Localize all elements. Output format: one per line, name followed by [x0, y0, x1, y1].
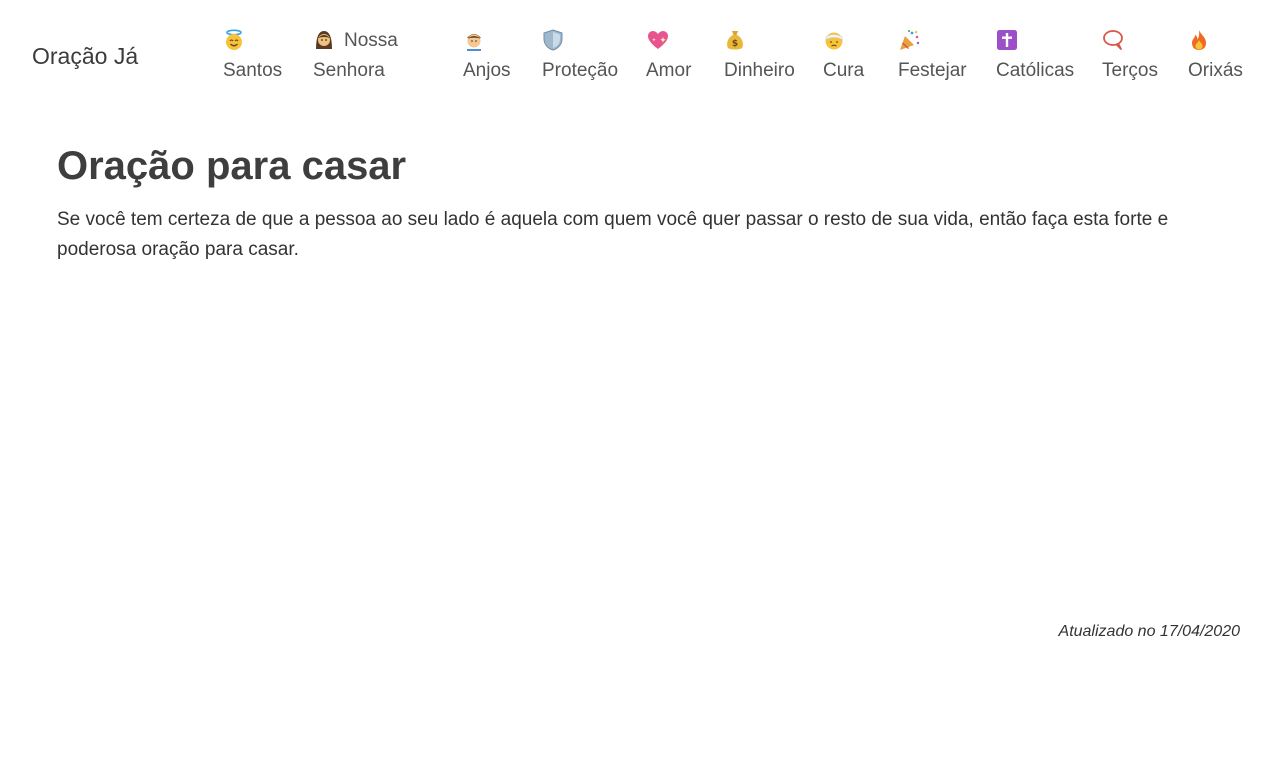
nav-item-label: Amor	[646, 60, 692, 81]
woman-icon	[313, 26, 337, 54]
baby-angel-icon	[463, 26, 487, 54]
nav-item-label: Santos	[223, 60, 283, 81]
party-popper-icon	[898, 26, 922, 54]
smiling-face-with-halo-icon	[223, 26, 247, 54]
nav-item-nossa-senhora[interactable]: Nossa Senhora	[313, 26, 398, 86]
svg-text:$: $	[732, 39, 738, 49]
face-with-head-bandage-icon	[823, 26, 847, 54]
nav-item-label: Orixás	[1188, 60, 1243, 81]
nav-item-anjos[interactable]: Anjos	[463, 26, 511, 86]
sparkling-heart-icon	[646, 26, 670, 54]
nav-item-dinheiro[interactable]: $ Dinheiro	[724, 26, 795, 86]
updated-date: Atualizado no 17/04/2020	[1058, 623, 1240, 640]
nav-item-label: Dinheiro	[724, 60, 795, 81]
nav-item-festejar[interactable]: Festejar	[898, 26, 967, 86]
speech-bubble-icon	[1102, 26, 1126, 54]
shield-icon	[542, 26, 566, 54]
nav-item-label: Senhora	[313, 60, 385, 81]
money-bag-icon: $	[724, 26, 748, 54]
nav-item-label: Católicas	[996, 60, 1075, 81]
brand-logo-link[interactable]: Oração Já	[32, 42, 138, 70]
nav-item-label: Terços	[1102, 60, 1158, 81]
nav-item-catolicas[interactable]: Católicas	[996, 26, 1074, 86]
nav-item-label: Nossa	[344, 30, 398, 51]
nav-item-cura[interactable]: Cura	[823, 26, 864, 86]
nav-item-santos[interactable]: Santos	[223, 26, 282, 86]
top-navbar: Oração Já Santos Nossa Senhora Anjos Pro…	[0, 0, 1280, 110]
intro-paragraph: Se você tem certeza de que a pessoa ao s…	[57, 209, 1169, 260]
latin-cross-icon	[996, 26, 1020, 54]
nav-item-label: Anjos	[463, 60, 511, 81]
nav-item-label: Proteção	[542, 60, 619, 81]
nav-item-tercos[interactable]: Terços	[1102, 26, 1158, 86]
nav-item-label: Cura	[823, 60, 865, 81]
fire-icon	[1188, 26, 1212, 54]
nav-item-protecao[interactable]: Proteção	[542, 26, 618, 86]
page-title: Oração para casar	[57, 144, 407, 188]
nav-item-orixas[interactable]: Orixás	[1188, 26, 1243, 86]
nav-item-amor[interactable]: Amor	[646, 26, 691, 86]
nav-item-label: Festejar	[898, 60, 967, 81]
